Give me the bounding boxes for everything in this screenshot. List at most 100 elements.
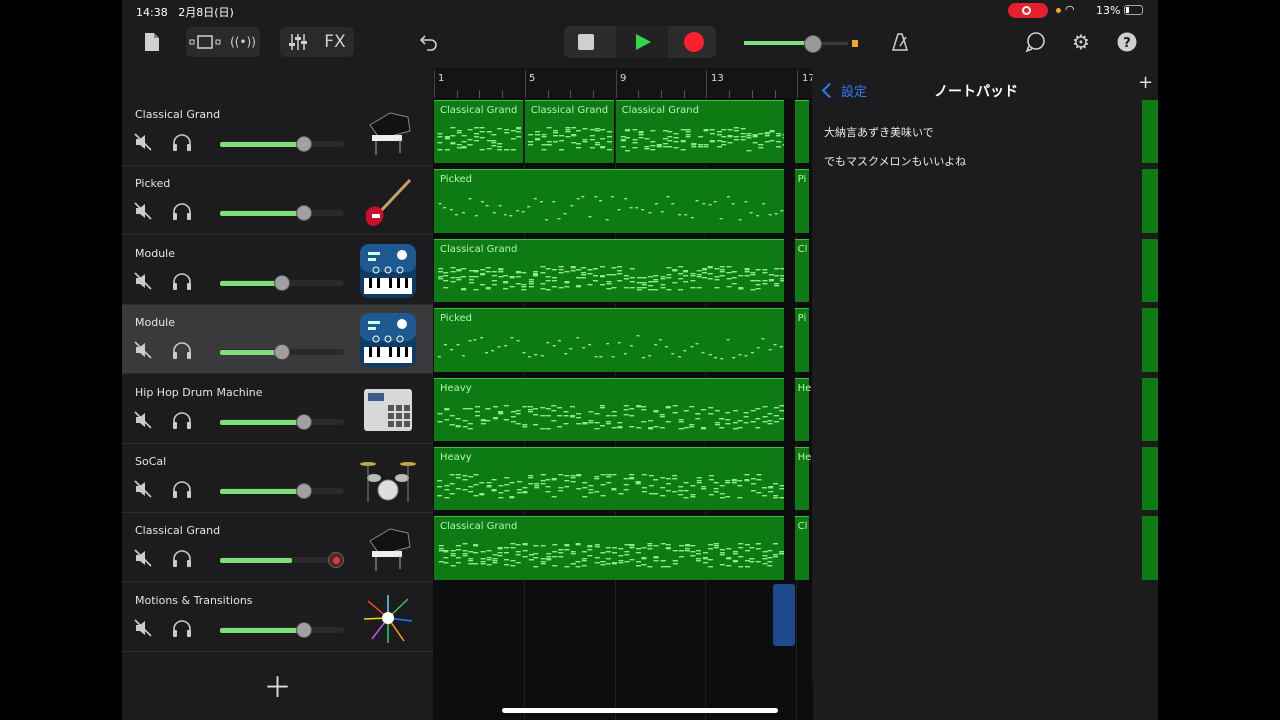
fx-button[interactable]: FX [318, 27, 352, 57]
track-volume-slider[interactable] [220, 274, 344, 291]
track-volume-slider[interactable] [220, 483, 344, 499]
settings-icon[interactable]: ⚙ [1067, 27, 1095, 57]
tracks-view-icon[interactable] [188, 27, 222, 57]
track-header[interactable]: Module [122, 236, 433, 305]
add-track-button[interactable]: ＋ [122, 651, 433, 720]
region-tail[interactable]: Pi [794, 169, 809, 233]
region-tail[interactable]: Cl [794, 238, 809, 303]
wifi-icon: ◠ [1065, 3, 1075, 16]
toolbar: ((•)) FX ⚙ ? [122, 22, 1158, 68]
mute-icon[interactable] [134, 341, 152, 359]
live-loops-icon[interactable]: ((•)) [226, 27, 260, 57]
volume-knob[interactable] [296, 205, 312, 222]
arrangement-area[interactable]: Classical Grand Classical Grand Classical … [433, 98, 813, 720]
headphones-icon[interactable] [172, 272, 192, 290]
region-label: Classical Grand [621, 105, 699, 116]
record-button[interactable] [684, 32, 704, 52]
ruler-tick [456, 90, 458, 98]
add-icon[interactable]: + [1138, 72, 1153, 93]
region-edge [1142, 238, 1158, 303]
undo-icon[interactable] [414, 27, 444, 57]
volume-knob[interactable] [274, 274, 290, 291]
mute-icon[interactable] [134, 133, 152, 151]
record-enable-button[interactable] [328, 552, 344, 569]
grand-piano-icon[interactable] [360, 105, 416, 159]
particles-icon[interactable] [360, 590, 416, 645]
region[interactable]: Heavy [434, 377, 784, 441]
ruler-tick [434, 70, 435, 98]
track-header[interactable]: Classical Grand [122, 97, 433, 166]
master-volume-slider[interactable] [744, 35, 858, 53]
headphones-icon[interactable] [172, 341, 192, 360]
region-tail[interactable]: Pi [794, 308, 809, 372]
track-volume-slider[interactable] [220, 344, 344, 361]
headphones-icon[interactable] [172, 133, 192, 151]
headphones-icon[interactable] [172, 480, 192, 498]
bass-guitar-icon[interactable] [360, 174, 416, 229]
synth-module-icon[interactable] [360, 313, 416, 368]
headphones-icon[interactable] [172, 619, 192, 637]
my-songs-icon[interactable] [140, 27, 164, 57]
track-header[interactable]: SoCal [122, 444, 433, 513]
region[interactable]: Picked [434, 308, 784, 372]
ruler-tick [661, 90, 662, 98]
region[interactable]: Classical Grand [615, 100, 784, 164]
headphones-icon[interactable] [172, 202, 192, 221]
region[interactable]: Classical Grand [434, 238, 784, 303]
volume-knob[interactable] [296, 621, 312, 638]
region-label: Classical Grand [440, 105, 518, 116]
track-header[interactable]: Classical Grand [122, 513, 433, 583]
loop-browser-icon[interactable] [1022, 27, 1050, 57]
ruler-tick [615, 70, 617, 98]
region-tail[interactable]: He [794, 447, 811, 511]
mute-icon[interactable] [134, 480, 152, 498]
ruler-tick [706, 70, 708, 98]
region-edge [1142, 447, 1158, 511]
mute-icon[interactable] [134, 272, 152, 290]
region-edge [1142, 308, 1158, 372]
volume-knob[interactable] [296, 136, 312, 152]
mute-icon[interactable] [134, 619, 152, 637]
synth-module-icon[interactable] [360, 243, 416, 298]
mixer-icon[interactable] [282, 27, 314, 57]
region[interactable]: Classical Grand [434, 516, 784, 580]
track-volume-slider[interactable] [220, 205, 344, 222]
region[interactable]: Picked [434, 169, 784, 233]
volume-knob[interactable] [296, 483, 312, 499]
track-header[interactable]: Picked [122, 166, 433, 236]
stop-button[interactable] [578, 34, 594, 50]
headphones-icon[interactable] [172, 549, 192, 568]
audio-region[interactable] [773, 584, 795, 646]
track-volume-slider[interactable] [220, 552, 344, 569]
headphones-icon[interactable] [172, 411, 192, 429]
track-header[interactable]: Module [122, 305, 433, 375]
region-tail[interactable]: Cl [794, 516, 809, 580]
region[interactable]: Heavy [434, 447, 784, 511]
track-volume-slider[interactable] [220, 413, 344, 430]
volume-knob[interactable] [274, 344, 290, 361]
track-volume-slider[interactable] [220, 136, 344, 152]
drum-machine-icon[interactable] [360, 382, 416, 437]
region-label: Cl [797, 243, 808, 255]
mute-icon[interactable] [134, 549, 152, 567]
master-volume-knob[interactable] [804, 35, 822, 53]
track-volume-slider[interactable] [220, 621, 344, 638]
drum-kit-icon[interactable] [360, 452, 416, 506]
timeline-ruler[interactable]: 1 5 9 13 17 [433, 68, 821, 99]
track-name: Motions & Transitions [135, 593, 253, 607]
help-icon[interactable]: ? [1113, 27, 1141, 57]
region-tail[interactable]: He [794, 377, 811, 441]
metronome-icon[interactable] [888, 27, 912, 57]
play-button[interactable] [616, 26, 668, 58]
region[interactable]: Classical Grand [524, 100, 614, 164]
track-header[interactable]: Motions & Transitions [122, 583, 433, 652]
region-tail[interactable] [794, 100, 809, 164]
notepad-line[interactable]: でもマスクメロンもいいよね [824, 153, 966, 169]
region[interactable]: Classical Grand [434, 100, 523, 164]
track-header[interactable]: Hip Hop Drum Machine [122, 375, 433, 444]
grand-piano-icon[interactable] [360, 521, 416, 576]
volume-knob[interactable] [296, 413, 312, 430]
mute-icon[interactable] [134, 202, 152, 220]
notepad-line[interactable]: 大納言あずき美味いで [824, 124, 934, 140]
mute-icon[interactable] [134, 411, 152, 429]
